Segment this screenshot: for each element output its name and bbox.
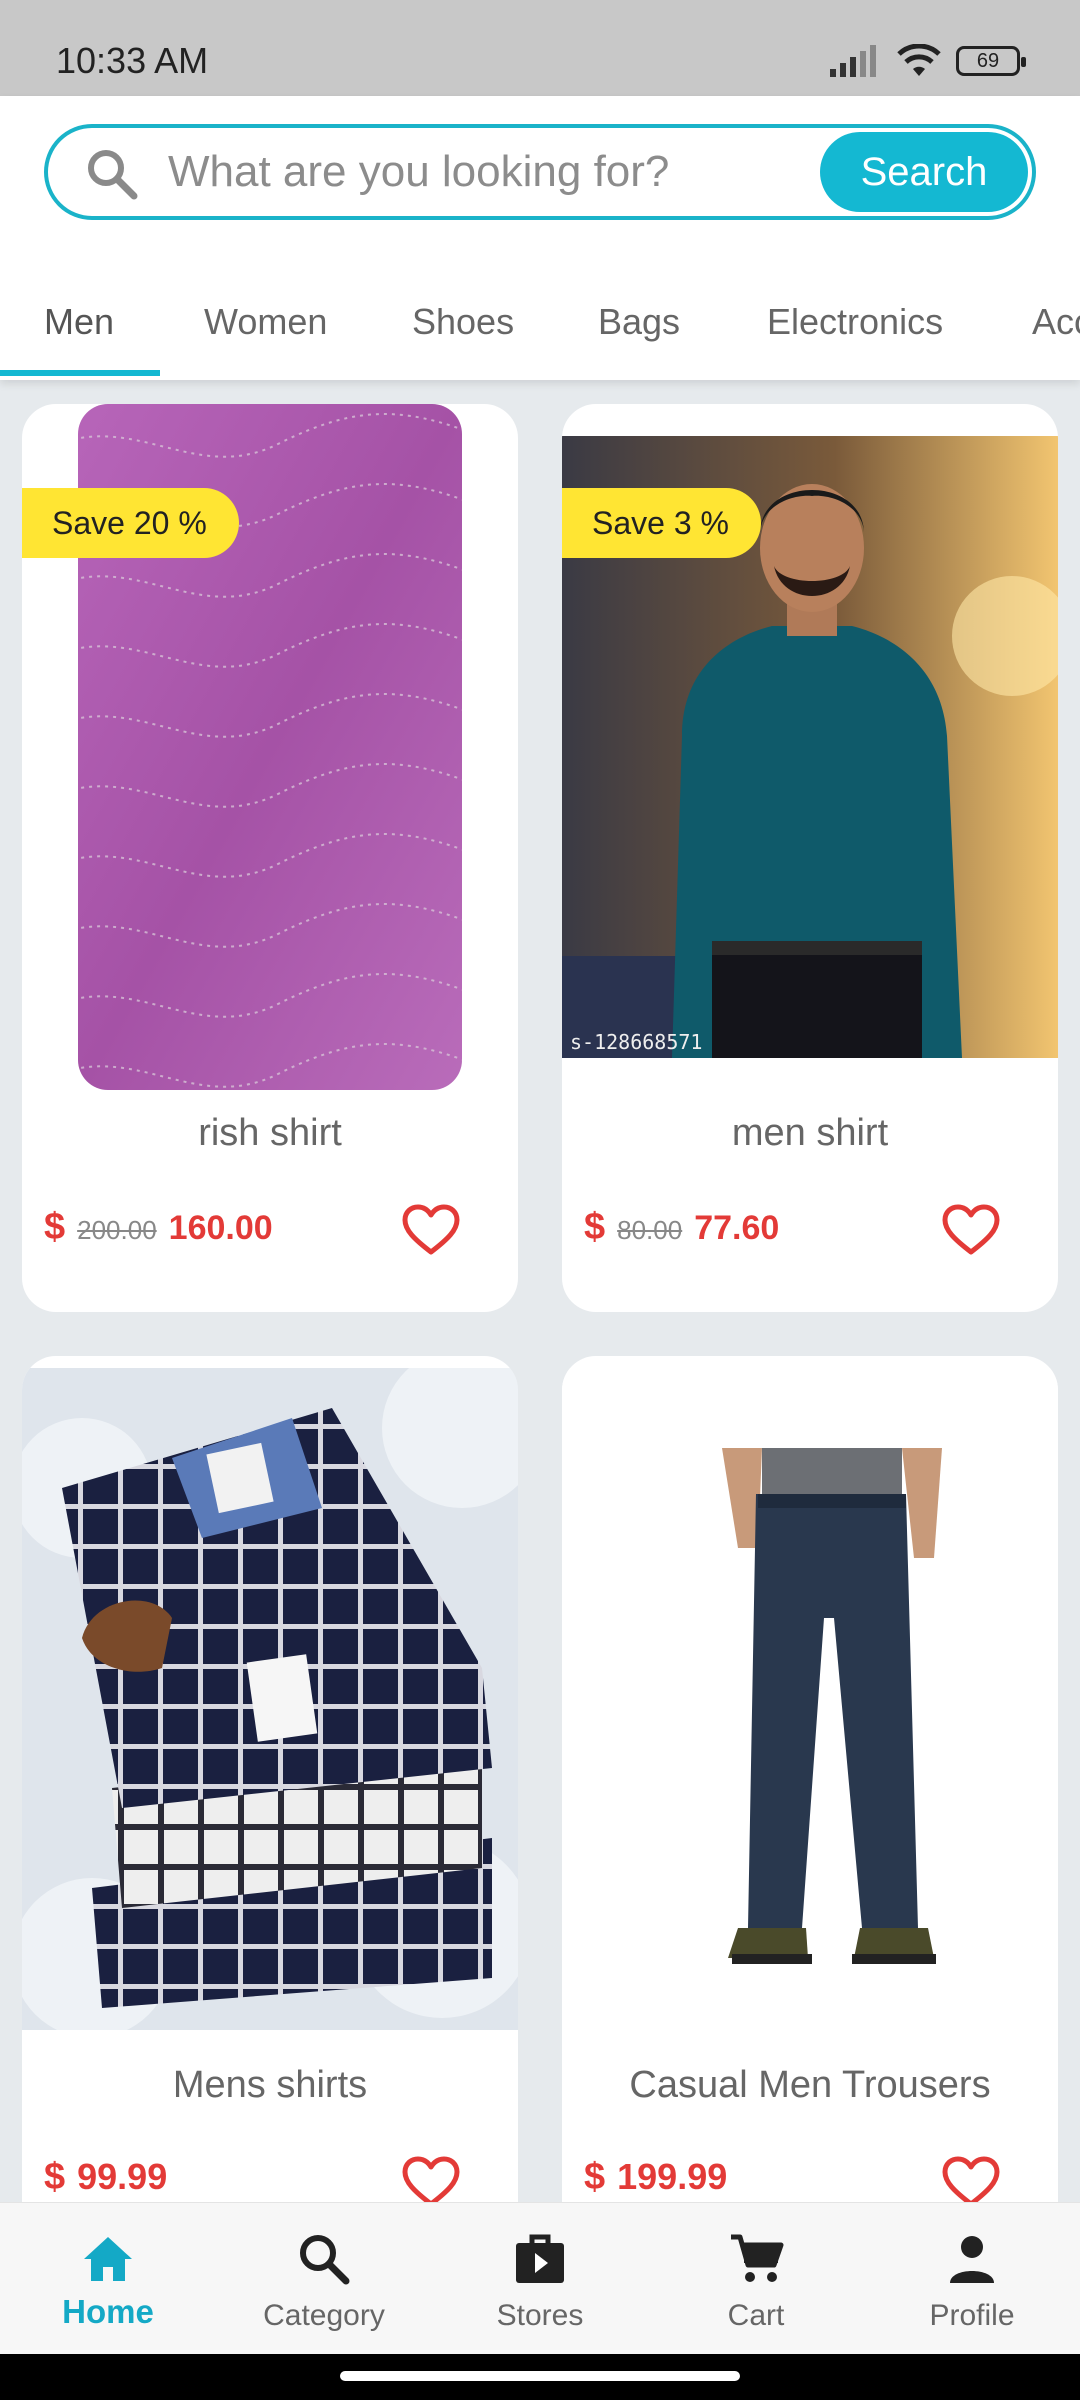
old-price: 80.00 (617, 1215, 683, 1245)
active-tab-indicator (0, 370, 160, 376)
currency-symbol: $ (44, 1206, 66, 1248)
favorite-heart-icon[interactable] (942, 2156, 1000, 2202)
currency-symbol: $ (584, 1206, 606, 1248)
category-tabs: Men Women Shoes Bags Electronics Acc (0, 272, 1080, 376)
tab-shoes[interactable]: Shoes (412, 272, 514, 376)
product-title[interactable]: Casual Men Trousers (562, 2064, 1058, 2107)
nav-label: Stores (496, 2299, 584, 2332)
image-caption: s-128668571 (570, 1030, 703, 1054)
status-bar: 10:33 AM 69 (0, 0, 1080, 96)
product-card[interactable]: s-128668571 Save 3 % men shirt $ 80.00 7… (562, 404, 1058, 1312)
signal-icon (830, 45, 876, 77)
product-title[interactable]: rish shirt (22, 1112, 518, 1155)
nav-cart[interactable]: Cart (648, 2203, 864, 2355)
bottom-navigation: Home Category Stores Cart Profile (0, 2202, 1080, 2354)
product-title[interactable]: Mens shirts (22, 2064, 518, 2107)
person-icon (950, 2236, 994, 2283)
current-price: 99.99 (77, 2156, 168, 2197)
currency-symbol: $ (584, 2156, 606, 2198)
home-gesture-handle[interactable] (340, 2371, 740, 2381)
tab-men[interactable]: Men (44, 272, 114, 376)
product-card[interactable]: Save 20 % rish shirt $ 200.00 160.00 (22, 404, 518, 1312)
price-row: $ 80.00 77.60 (584, 1206, 779, 1249)
search-icon (300, 2235, 350, 2285)
favorite-heart-icon[interactable] (402, 2156, 460, 2202)
current-price: 160.00 (168, 1209, 273, 1247)
nav-label: Home (62, 2293, 154, 2330)
tab-women[interactable]: Women (204, 272, 327, 376)
nav-category[interactable]: Category (216, 2203, 432, 2355)
cart-icon (731, 2234, 784, 2282)
wifi-icon (897, 44, 941, 76)
discount-badge: Save 3 % (562, 488, 761, 558)
gesture-bar (0, 2354, 1080, 2400)
tab-electronics[interactable]: Electronics (767, 272, 943, 376)
product-card[interactable]: Casual Men Trousers $ 199.99 (562, 1356, 1058, 2202)
home-icon (84, 2237, 132, 2281)
price-row: $ 99.99 (44, 2156, 167, 2199)
old-price: 200.00 (77, 1215, 157, 1245)
search-input[interactable] (168, 136, 848, 208)
nav-label: Profile (929, 2299, 1015, 2332)
product-image-checked-shirts-stack[interactable] (22, 1368, 518, 2030)
search-bar: Search (44, 124, 1036, 220)
store-bag-icon (516, 2234, 564, 2283)
search-button[interactable]: Search (820, 132, 1028, 212)
price-row: $ 199.99 (584, 2156, 727, 2199)
nav-label: Category (263, 2299, 385, 2332)
battery-icon: 69 (956, 46, 1026, 76)
status-time: 10:33 AM (56, 40, 209, 81)
search-icon (88, 150, 138, 200)
product-title[interactable]: men shirt (562, 1112, 1058, 1155)
tab-accessories[interactable]: Acc (1032, 272, 1080, 376)
product-grid: Save 20 % rish shirt $ 200.00 160.00 s-1… (0, 380, 1080, 2202)
product-image-navy-trousers[interactable] (562, 1368, 1058, 2030)
status-icons: 69 (830, 44, 1026, 78)
current-price: 77.60 (694, 1209, 780, 1247)
nav-home[interactable]: Home (0, 2203, 216, 2355)
nav-profile[interactable]: Profile (864, 2203, 1080, 2355)
product-card[interactable]: Mens shirts $ 99.99 (22, 1356, 518, 2202)
favorite-heart-icon[interactable] (402, 1204, 460, 1256)
tab-bags[interactable]: Bags (598, 272, 680, 376)
currency-symbol: $ (44, 2156, 66, 2198)
battery-level: 69 (976, 49, 1000, 72)
price-row: $ 200.00 160.00 (44, 1206, 273, 1249)
discount-badge: Save 20 % (22, 488, 239, 558)
current-price: 199.99 (617, 2156, 728, 2197)
nav-label: Cart (727, 2299, 785, 2332)
nav-stores[interactable]: Stores (432, 2203, 648, 2355)
favorite-heart-icon[interactable] (942, 1204, 1000, 1256)
header: Search Men Women Shoes Bags Electronics … (0, 96, 1080, 380)
